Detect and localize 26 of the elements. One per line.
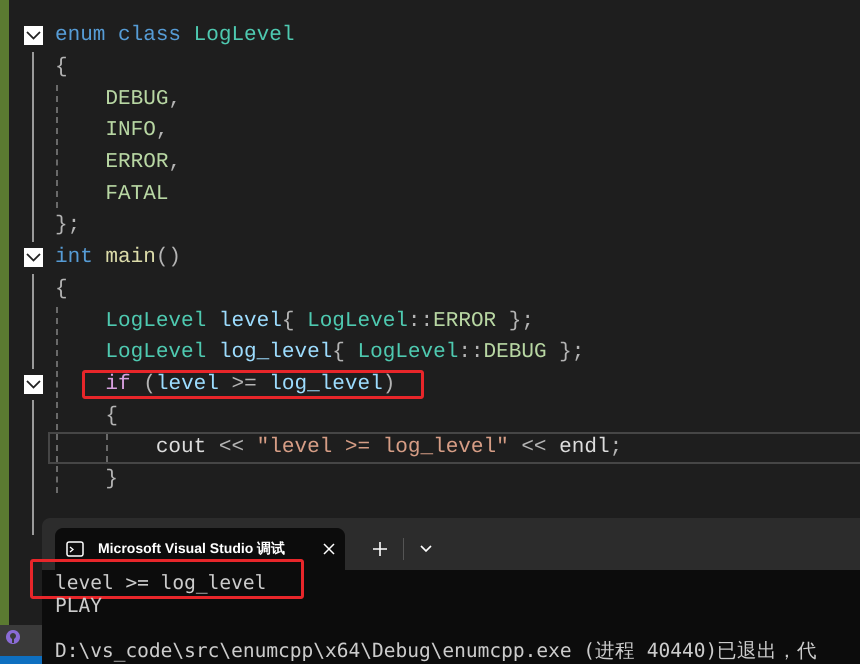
tab-title: Microsoft Visual Studio 调试 <box>98 540 286 558</box>
code-line: enum class LogLevel <box>55 24 294 48</box>
code-line: if (level >= log_level) <box>104 372 396 396</box>
console-icon <box>66 541 84 557</box>
code-line: FATAL <box>104 182 168 206</box>
code-line: DEBUG, <box>104 88 182 111</box>
status-bar <box>0 656 42 664</box>
code-line: ERROR, <box>104 151 182 174</box>
code-line: { <box>55 278 68 301</box>
terminal-tab[interactable]: Microsoft Visual Studio 调试 <box>55 528 345 570</box>
new-tab-icon[interactable] <box>373 542 387 556</box>
code-line: { <box>104 404 118 428</box>
code-line: LogLevel log_level{ LogLevel::DEBUG }; <box>104 341 584 364</box>
code-line: LogLevel level{ LogLevel::ERROR }; <box>104 310 534 333</box>
code-line: cout << "level >= log_level" << endl; <box>154 436 622 460</box>
code-line: } <box>104 468 118 491</box>
dropdown-caret-icon[interactable] <box>420 545 432 553</box>
console-output-line: level >= log_level <box>55 572 266 594</box>
status-icon[interactable] <box>5 629 21 645</box>
console-output-line: PLAY <box>55 594 102 617</box>
code-line: { <box>55 56 68 80</box>
close-icon[interactable] <box>323 543 335 555</box>
code-line: INFO, <box>104 119 168 142</box>
code-line: }; <box>55 214 80 238</box>
console-output-line: D:\vs_code\src\enumcpp\x64\Debug\enumcpp.exe (进程 40440)已退出，代 <box>55 640 818 662</box>
code-line: int main() <box>55 246 182 270</box>
